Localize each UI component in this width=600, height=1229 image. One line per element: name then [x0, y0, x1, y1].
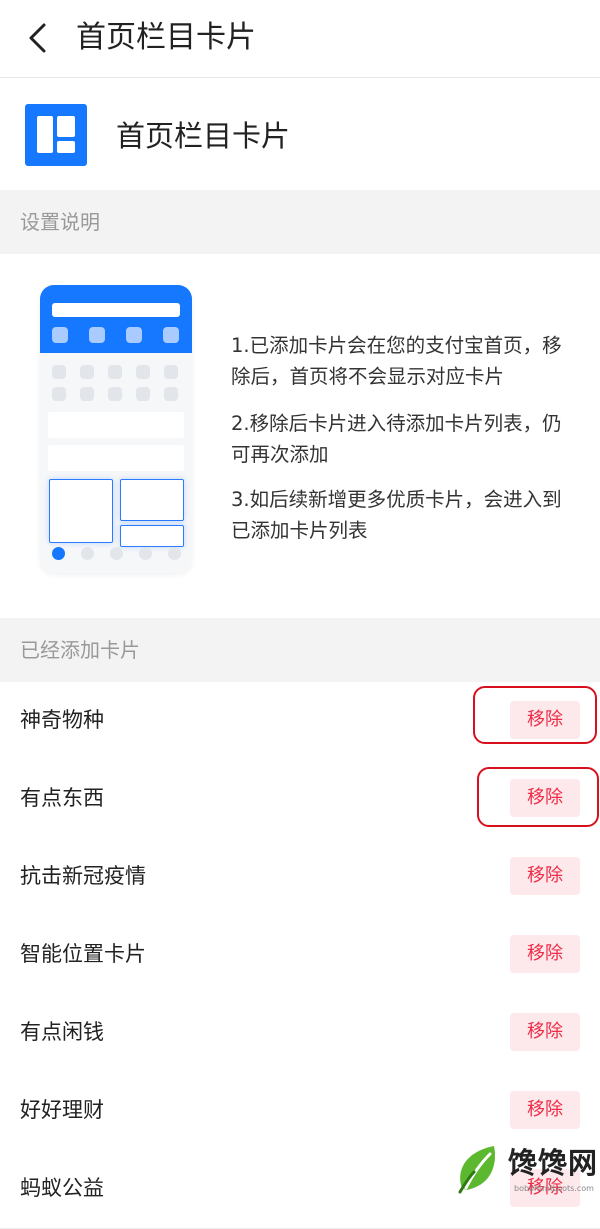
leaf-logo — [458, 1146, 495, 1194]
remove-button[interactable]: 移除 — [510, 1013, 580, 1051]
card-name: 智能位置卡片 — [20, 942, 146, 966]
list-item: 有点闲钱 移除 — [0, 994, 600, 1073]
watermark: 馋馋网 bobohtmlboots.com — [450, 1140, 600, 1198]
section-label: 设置说明 — [20, 210, 100, 234]
chevron-left-icon[interactable] — [20, 20, 56, 56]
card-name: 好好理财 — [20, 1098, 104, 1122]
instructions-panel: 1.已添加卡片会在您的支付宝首页，移除后，首页将不会显示对应卡片 2.移除后卡片… — [0, 254, 600, 618]
card-header: 首页栏目卡片 — [0, 78, 600, 190]
card-name: 抗击新冠疫情 — [20, 864, 146, 888]
remove-button[interactable]: 移除 — [510, 935, 580, 973]
card-name: 神奇物种 — [20, 708, 104, 732]
list-item: 神奇物种 移除 — [0, 682, 600, 761]
remove-button[interactable]: 移除 — [510, 857, 580, 895]
instruction-step-1: 1.已添加卡片会在您的支付宝首页，移除后，首页将不会显示对应卡片 — [231, 334, 562, 388]
instruction-step-3: 3.如后续新增更多优质卡片，会进入到已添加卡片列表 — [231, 488, 562, 542]
list-item: 有点东西 移除 — [0, 760, 600, 839]
section-label: 已经添加卡片 — [20, 638, 140, 662]
card-title: 首页栏目卡片 — [116, 119, 291, 153]
list-item: 智能位置卡片 移除 — [0, 916, 600, 995]
card-name: 有点东西 — [20, 786, 104, 810]
list-item: 抗击新冠疫情 移除 — [0, 838, 600, 917]
page-title: 首页栏目卡片 — [76, 20, 256, 55]
remove-button[interactable]: 移除 — [510, 779, 580, 817]
instruction-step-2: 2.移除后卡片进入待添加卡片列表，仍可再次添加 — [231, 412, 562, 466]
remove-button[interactable]: 移除 — [510, 701, 580, 739]
watermark-subtext: bobohtmlboots.com — [514, 1184, 594, 1193]
watermark-text: 馋馋网 — [508, 1146, 599, 1180]
layout-cards-icon — [25, 104, 87, 166]
card-name: 有点闲钱 — [20, 1020, 104, 1044]
card-name: 蚂蚁公益 — [20, 1176, 104, 1200]
phone-illustration — [40, 285, 192, 573]
nav-bar: 首页栏目卡片 — [0, 0, 600, 78]
section-header-settings: 设置说明 — [0, 190, 600, 254]
remove-button[interactable]: 移除 — [510, 1091, 580, 1129]
section-header-added-cards: 已经添加卡片 — [0, 618, 600, 682]
